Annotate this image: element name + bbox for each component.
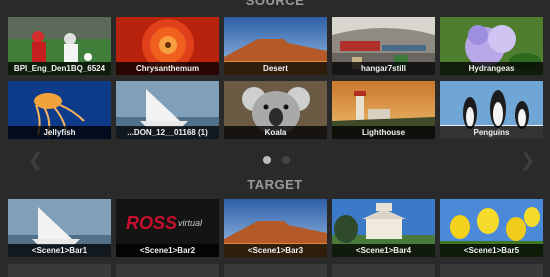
- source-tile-9[interactable]: Lighthouse: [332, 81, 435, 139]
- target-row-2-partial: [8, 264, 543, 277]
- target-tile-1[interactable]: <Scene1>Bar1: [8, 199, 111, 257]
- target-tile-5[interactable]: <Scene1>Bar5: [440, 199, 543, 257]
- source-tile-6[interactable]: Jellyfish: [8, 81, 111, 139]
- target-grid: <Scene1>Bar1 ROSS virtual <Scene1>Bar2 <…: [8, 199, 548, 263]
- source-header: SOURCE: [245, 0, 305, 8]
- tile-caption: Chrysanthemum: [116, 62, 219, 75]
- target-row-1: <Scene1>Bar1 ROSS virtual <Scene1>Bar2 <…: [8, 199, 548, 257]
- tile-caption: <Scene1>Bar2: [116, 244, 219, 257]
- target-tile-6[interactable]: [8, 264, 111, 277]
- tile-caption: Koala: [224, 126, 327, 139]
- source-tile-5[interactable]: Hydrangeas: [440, 17, 543, 75]
- source-tile-7[interactable]: ...DON_12__01168 (1): [116, 81, 219, 139]
- page-navigator: ❮ ❯: [0, 150, 550, 170]
- tile-caption: BPI_Eng_Den1BQ_6524: [8, 62, 111, 75]
- tile-caption: <Scene1>Bar4: [332, 244, 435, 257]
- target-tile-4[interactable]: <Scene1>Bar4: [332, 199, 435, 257]
- source-tile-8[interactable]: Koala: [224, 81, 327, 139]
- tile-caption: Jellyfish: [8, 126, 111, 139]
- chevron-right-icon[interactable]: ❯: [520, 150, 535, 170]
- tile-caption: <Scene1>Bar1: [8, 244, 111, 257]
- target-tile-2[interactable]: ROSS virtual <Scene1>Bar2: [116, 199, 219, 257]
- ross-logo-text: ROSS: [126, 213, 177, 233]
- tile-caption: Penguins: [440, 126, 543, 139]
- source-tile-1[interactable]: BPI_Eng_Den1BQ_6524: [8, 17, 111, 75]
- target-header: TARGET: [247, 177, 303, 192]
- source-row-2: Jellyfish ...DON_12__01168 (1) Koala Lig…: [8, 81, 548, 139]
- tile-caption: ...DON_12__01168 (1): [116, 126, 219, 139]
- tile-caption: Hydrangeas: [440, 62, 543, 75]
- target-tile-8[interactable]: [224, 264, 327, 277]
- target-tile-7[interactable]: [116, 264, 219, 277]
- tile-caption: hangar7still: [332, 62, 435, 75]
- source-tile-3[interactable]: Desert: [224, 17, 327, 75]
- chevron-left-icon[interactable]: ❮: [28, 150, 43, 170]
- target-tile-9[interactable]: [332, 264, 435, 277]
- source-grid: BPI_Eng_Den1BQ_6524 Chrysanthemum Desert: [8, 17, 548, 145]
- source-tile-4[interactable]: hangar7still: [332, 17, 435, 75]
- tile-caption: <Scene1>Bar5: [440, 244, 543, 257]
- page-dot-1[interactable]: [263, 156, 271, 164]
- ross-logo-sub: virtual: [178, 218, 203, 228]
- tile-caption: Desert: [224, 62, 327, 75]
- target-tile-10[interactable]: [440, 264, 543, 277]
- page-dot-2[interactable]: [282, 156, 290, 164]
- tile-caption: <Scene1>Bar3: [224, 244, 327, 257]
- target-tile-3[interactable]: <Scene1>Bar3: [224, 199, 327, 257]
- source-row-1: BPI_Eng_Den1BQ_6524 Chrysanthemum Desert: [8, 17, 548, 75]
- source-tile-2[interactable]: Chrysanthemum: [116, 17, 219, 75]
- tile-caption: Lighthouse: [332, 126, 435, 139]
- source-tile-10[interactable]: Penguins: [440, 81, 543, 139]
